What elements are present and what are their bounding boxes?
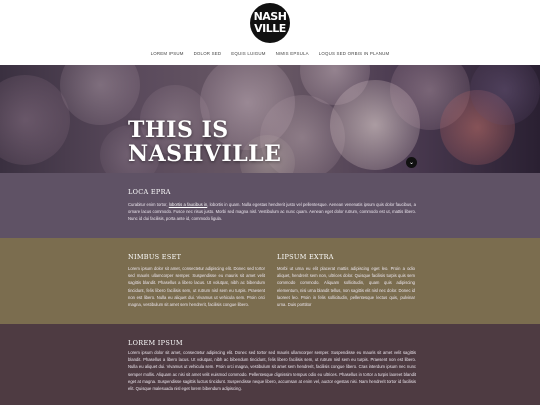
section-lorem-ipsum: LOREM IPSUM Lorem ipsum dolor sit amet, … (0, 324, 540, 405)
nav-item-nimis-epsula[interactable]: Nimis epsula (271, 51, 314, 56)
nashville-logo[interactable]: NASH VILLE (250, 3, 290, 43)
chevron-down-icon: ⌄ (408, 159, 415, 166)
section-text: Lorem ipsum dolor sit amet, consectetur … (128, 350, 416, 392)
nav-item-dolor-sed[interactable]: Dolor sed (189, 51, 227, 56)
hero-title-line-1: THIS IS (128, 117, 229, 143)
nav-item-equis-luigum[interactable]: Equis luigum (226, 51, 270, 56)
section-text: Curabitur enim tortor, lobortis a faucib… (128, 201, 416, 223)
section-loca-epra: LOCA EPRA Curabitur enim tortor, loborti… (0, 173, 540, 238)
hero-title-line-2: NASHVILLE (128, 141, 282, 167)
nav-item-lorem-ipsum[interactable]: Lorem ipsum (146, 51, 189, 56)
hero-title: THIS IS NASHVILLE (128, 118, 328, 166)
nav-item-loqus[interactable]: Loqus sed orbis in planum (314, 51, 395, 56)
main-nav: Lorem ipsum Dolor sed Equis luigum Nimis… (0, 47, 540, 59)
section-heading: LOCA EPRA (128, 188, 171, 196)
section-heading: LOREM IPSUM (128, 339, 183, 347)
bokeh-light (60, 65, 140, 125)
logo-line-2: VILLE (254, 22, 286, 35)
text-before-link: Curabitur enim tortor, (128, 202, 169, 207)
scroll-down-button[interactable]: ⌄ (406, 157, 417, 168)
left-column-heading: NIMBUS ESET (128, 253, 182, 261)
left-column-text: Lorem ipsum dolor sit amet, consectetur … (128, 266, 265, 308)
section-two-columns: NIMBUS ESET Lorem ipsum dolor sit amet, … (0, 238, 540, 324)
right-column-text: Morbi ut urna eu elit placerat mattis ad… (277, 266, 415, 308)
site-header: NASH VILLE Lorem ipsum Dolor sed Equis l… (0, 0, 540, 65)
inline-link[interactable]: lobortis a faucibus in (169, 202, 207, 207)
right-column-heading: LIPSUM EXTRA (277, 253, 334, 261)
